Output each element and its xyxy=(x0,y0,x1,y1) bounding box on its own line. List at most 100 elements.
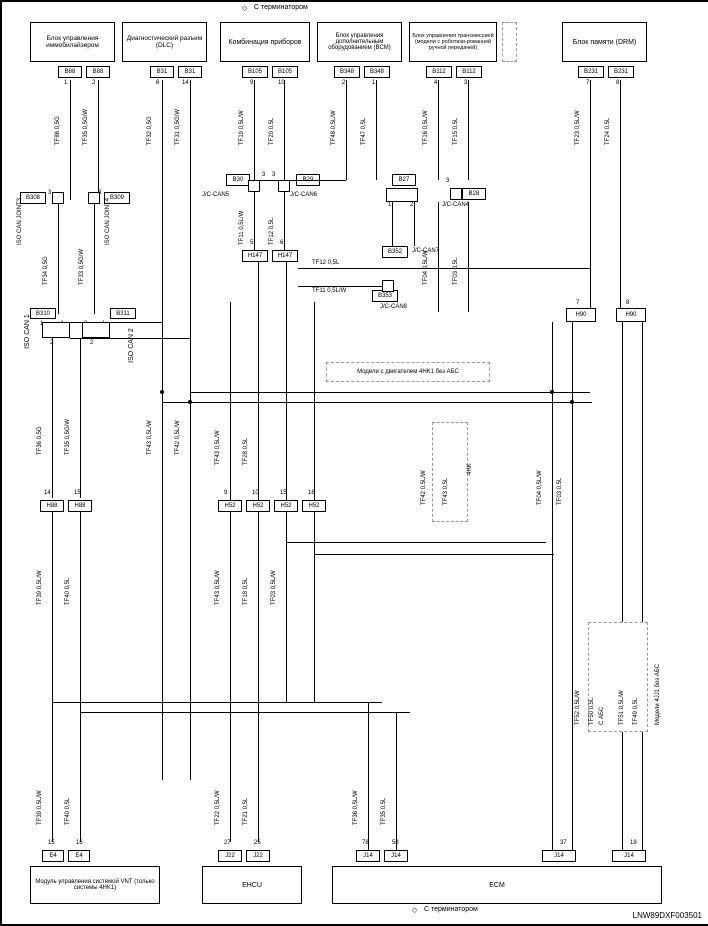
w-tf34: TF34 0,5G xyxy=(43,256,49,285)
iso2-label: ISO CAN 2 xyxy=(128,328,135,363)
wire xyxy=(52,338,53,498)
block-vnt: Модуль управления системой VNT (только с… xyxy=(30,866,160,904)
wire xyxy=(70,80,71,200)
conn-b112b: B112 xyxy=(456,66,482,78)
jc8-label: J/C-CAN8 xyxy=(380,304,407,310)
conn-e4a: E4 xyxy=(42,850,64,862)
conn-b105b: B105 xyxy=(272,66,298,78)
dashed-4hk xyxy=(432,422,468,522)
wire xyxy=(622,322,623,852)
shield-dot xyxy=(278,180,290,192)
block-immobilizer: Блок управления иммобилайзером xyxy=(30,22,115,62)
pin: 2 xyxy=(342,80,345,86)
pin: 8 xyxy=(626,300,629,306)
w-tf11: TF11 0,5L/W xyxy=(239,211,245,245)
pin: 8 xyxy=(616,80,619,86)
pin: 9 xyxy=(250,80,253,86)
dashed-terminator-top xyxy=(502,22,517,62)
w-tf33: TF33 0,5G/W xyxy=(79,249,85,285)
w-tf32: TF32 0,5G xyxy=(147,116,153,145)
conn-j14b: J14 xyxy=(384,850,408,862)
top-terminator-marker: ◇ xyxy=(242,4,247,12)
pin: 14 xyxy=(182,80,189,86)
w-4hk: 4HK xyxy=(467,463,473,475)
pin: 37 xyxy=(560,840,567,846)
w-tf47: TF47 0,5L xyxy=(361,118,367,145)
w-tf19: TF19 0,5L/W xyxy=(239,110,245,145)
dot xyxy=(550,390,554,394)
w-tf11h: TF11 0,5L/W xyxy=(312,288,346,294)
pin: 1 xyxy=(372,80,375,86)
wire-h xyxy=(468,268,590,269)
conn-j14d: J14 xyxy=(612,850,646,862)
conn-b231a: B231 xyxy=(578,66,604,78)
pin: 1 xyxy=(388,202,391,208)
w-tf04b: TF04 0,5L/W xyxy=(537,470,543,505)
wire xyxy=(254,192,255,250)
conn-b311: B311 xyxy=(110,308,136,319)
bottom-terminator-label: С терминатором xyxy=(424,906,478,913)
wire xyxy=(284,192,285,250)
w-tf36: TF36 0,5G xyxy=(37,426,43,455)
wire-h xyxy=(70,338,190,339)
wire xyxy=(314,302,315,500)
pin: 3 xyxy=(262,172,265,178)
w-tf42a: TF42 0,5L/W xyxy=(421,470,427,505)
wire xyxy=(58,204,59,314)
pin: 4 xyxy=(434,80,437,86)
wire xyxy=(346,80,347,180)
pin: 18 xyxy=(630,840,637,846)
wire xyxy=(284,80,285,180)
wire xyxy=(392,202,393,246)
w-tf48: TF48 0,5L/W xyxy=(331,110,337,145)
w-tf36b: TF36 0,5L/W xyxy=(353,790,359,825)
conn-b310: B310 xyxy=(30,308,56,319)
wire xyxy=(396,712,397,850)
wire-h xyxy=(70,322,162,323)
conn-h90a: H90 xyxy=(566,308,596,322)
wire xyxy=(642,322,643,852)
pin: 15 xyxy=(48,840,55,846)
conn-b231b: B231 xyxy=(608,66,634,78)
conn-e4b: E4 xyxy=(68,850,90,862)
pin: 2 xyxy=(92,80,95,86)
pin: 6 xyxy=(280,240,283,246)
shield xyxy=(82,322,110,338)
shield xyxy=(386,188,418,202)
pin: 7 xyxy=(586,80,589,86)
conn-b30: B30 xyxy=(226,174,250,186)
w-tf12: TF12 0,5L xyxy=(269,218,275,245)
conn-h52a: H52 xyxy=(218,500,242,512)
dashed-abs-right xyxy=(588,622,648,732)
conn-b88b: B88 xyxy=(86,66,110,78)
block-dlc: Диагностический разъем (DLC) xyxy=(122,22,207,62)
wiring-diagram: ◇ С терминатором Блок управления иммобил… xyxy=(0,0,708,926)
block-ecm: ECM xyxy=(332,866,662,904)
pin: 1 xyxy=(64,80,67,86)
wire xyxy=(590,80,591,310)
pin: 3 xyxy=(48,190,51,196)
pin: 26 xyxy=(254,840,261,846)
w-tf39l: TF39 0,5L/W xyxy=(37,790,43,825)
conn-b31a: B31 xyxy=(150,66,174,78)
iso3-label: ISO CAN JOINT3 xyxy=(17,198,23,245)
conn-h52d: H52 xyxy=(302,500,326,512)
wire xyxy=(468,80,469,180)
dot xyxy=(188,400,192,404)
w-tf03a: TF03 0,5L xyxy=(453,258,459,285)
pin: 16 xyxy=(76,840,83,846)
w-tf86: TF86 0,5G xyxy=(55,116,61,145)
w-tf24: TF24 0,5L xyxy=(605,118,611,145)
conn-h52c: H52 xyxy=(274,500,298,512)
w-tf28a: TF28 0,5L xyxy=(243,438,249,465)
w-tf49: TF49 0,5L xyxy=(633,698,639,725)
pin: 2 xyxy=(90,340,93,346)
conn-b31b: B31 xyxy=(178,66,202,78)
wire-h xyxy=(286,542,546,543)
w-absnote3: С АБС xyxy=(599,707,605,725)
wire xyxy=(376,80,377,180)
wire xyxy=(98,80,99,200)
conn-j22a: J22 xyxy=(218,850,242,862)
shield-dot xyxy=(52,192,64,204)
conn-b352: B352 xyxy=(382,246,408,258)
